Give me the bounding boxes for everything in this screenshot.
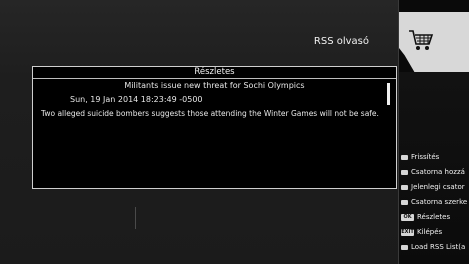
cart-icon	[409, 30, 434, 50]
menu-item-load-rss-list[interactable]: Load RSS List(a	[401, 240, 469, 255]
key-icon	[401, 169, 408, 175]
article-headline: Militants issue new threat for Sochi Oly…	[124, 81, 305, 90]
article-date: Sun, 19 Jan 2014 18:23:49 -0500	[70, 95, 203, 104]
options-menu: Frissítés Csatorna hozzá Jelenlegi csato…	[401, 150, 469, 255]
menu-item-label: Kilépés	[417, 228, 443, 236]
menu-item-exit[interactable]: EXIT Kilépés	[401, 225, 469, 240]
divider	[135, 207, 136, 229]
menu-item-details[interactable]: OK Részletes	[401, 210, 469, 225]
key-icon	[401, 199, 408, 205]
menu-item-label: Jelenlegi csator	[411, 183, 465, 191]
cart-badge	[399, 12, 469, 72]
menu-item-edit-channel[interactable]: Csatorna szerke	[401, 195, 469, 210]
scrollbar[interactable]	[387, 83, 390, 105]
key-icon	[401, 154, 408, 160]
article-description: Two alleged suicide bombers suggests tho…	[41, 109, 379, 118]
ok-key-icon: OK	[401, 213, 414, 221]
menu-item-label: Csatorna szerke	[411, 198, 468, 206]
key-icon	[401, 184, 408, 190]
menu-item-label: Részletes	[417, 213, 451, 221]
menu-item-label: Load RSS List(a	[411, 243, 466, 251]
menu-item-current-channel[interactable]: Jelenlegi csator	[401, 180, 469, 195]
exit-key-icon: EXIT	[401, 228, 414, 236]
details-dialog: Részletes Militants issue new threat for…	[32, 66, 397, 189]
menu-item-refresh[interactable]: Frissítés	[401, 150, 469, 165]
menu-item-label: Csatorna hozzá	[411, 168, 465, 176]
dialog-title: Részletes	[33, 67, 396, 79]
menu-item-add-channel[interactable]: Csatorna hozzá	[401, 165, 469, 180]
key-icon	[401, 244, 408, 250]
menu-item-label: Frissítés	[411, 153, 440, 161]
page-title: RSS olvasó	[313, 36, 369, 47]
